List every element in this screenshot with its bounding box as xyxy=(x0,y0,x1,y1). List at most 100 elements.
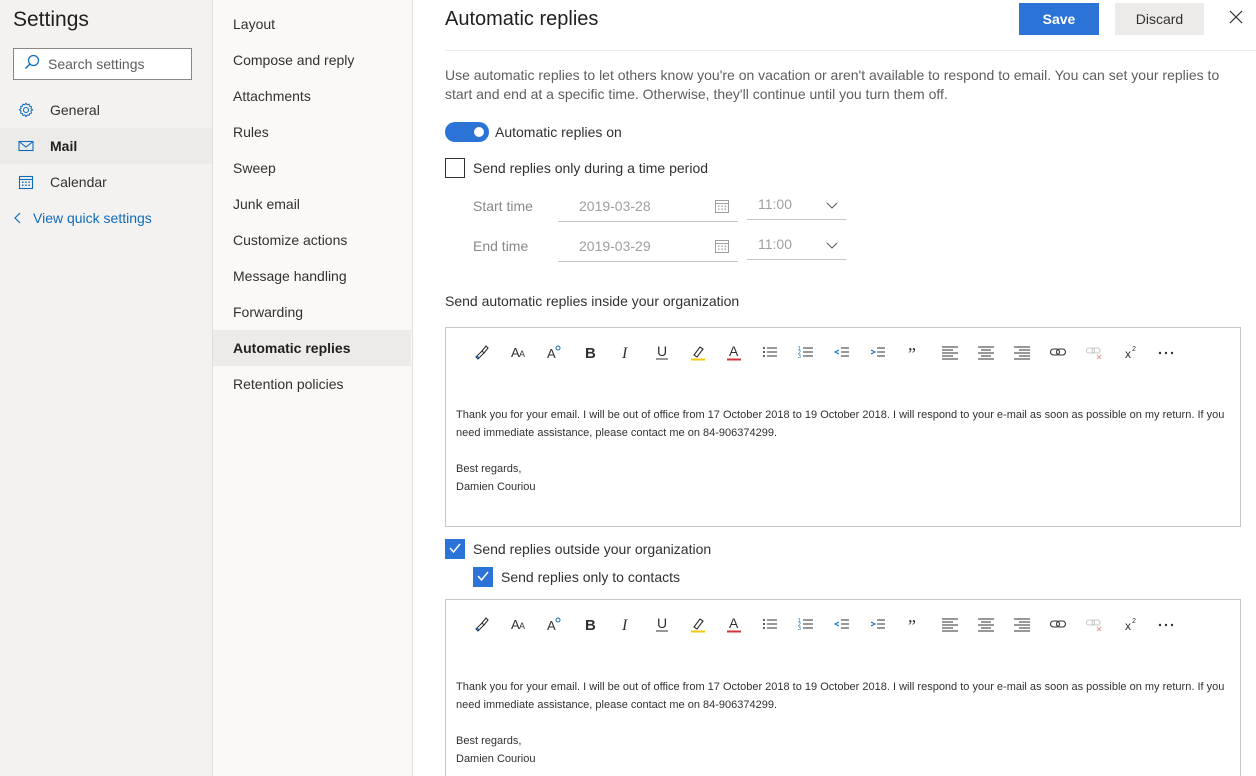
font-color-icon[interactable]: A xyxy=(716,614,752,634)
quote-icon[interactable]: ” xyxy=(896,342,932,362)
mail-nav-rules[interactable]: Rules xyxy=(213,114,411,150)
contacts-only-checkbox[interactable] xyxy=(473,567,493,587)
svg-text:3: 3 xyxy=(798,354,801,360)
quote-icon[interactable]: ” xyxy=(896,614,932,634)
end-time-select[interactable]: 11:00 xyxy=(747,228,846,260)
svg-text:A: A xyxy=(519,621,525,631)
mail-nav-customize-actions[interactable]: Customize actions xyxy=(213,222,411,258)
mail-nav-sweep[interactable]: Sweep xyxy=(213,150,411,186)
inside-org-editor[interactable]: AA A B I U A 123 ” x2 Thank you for your… xyxy=(445,327,1241,527)
save-button[interactable]: Save xyxy=(1019,3,1099,35)
chevron-left-icon xyxy=(13,212,23,224)
calendar-icon xyxy=(18,174,34,190)
numbering-icon[interactable]: 123 xyxy=(788,342,824,362)
inside-message-body[interactable]: Thank you for your email. I will be out … xyxy=(456,406,1236,496)
decrease-indent-icon[interactable] xyxy=(824,342,860,362)
checkmark-icon xyxy=(476,569,490,586)
mail-nav-message-handling[interactable]: Message handling xyxy=(213,258,411,294)
search-input[interactable] xyxy=(48,56,188,72)
format-painter-icon[interactable] xyxy=(464,614,500,634)
format-painter-icon[interactable] xyxy=(464,342,500,362)
bold-icon[interactable]: B xyxy=(572,614,608,634)
time-period-label: Send replies only during a time period xyxy=(473,160,709,176)
mail-settings-pane: Layout Compose and reply Attachments Rul… xyxy=(213,0,413,776)
underline-icon[interactable]: U xyxy=(644,614,680,634)
align-left-icon[interactable] xyxy=(932,614,968,634)
mail-nav-layout[interactable]: Layout xyxy=(213,6,411,42)
start-time-select[interactable]: 11:00 xyxy=(747,188,846,220)
view-quick-settings-link[interactable]: View quick settings xyxy=(13,210,152,226)
remove-link-icon[interactable] xyxy=(1076,614,1112,634)
bold-icon[interactable]: B xyxy=(572,342,608,362)
nav-calendar[interactable]: Calendar xyxy=(0,164,212,200)
bullets-icon[interactable] xyxy=(752,614,788,634)
outside-org-checkbox[interactable] xyxy=(445,539,465,559)
highlight-icon[interactable] xyxy=(680,342,716,362)
contacts-only-row: Send replies only to contacts xyxy=(473,567,680,587)
outside-org-editor[interactable]: AA A B I U A 123 ” x2 Thank you for your… xyxy=(445,599,1241,776)
svg-text:A: A xyxy=(519,349,525,359)
align-left-icon[interactable] xyxy=(932,342,968,362)
remove-link-icon[interactable] xyxy=(1076,342,1112,362)
nav-mail[interactable]: Mail xyxy=(0,128,212,164)
link-icon[interactable] xyxy=(1040,614,1076,634)
message-regards: Best regards, xyxy=(456,735,522,747)
align-center-icon[interactable] xyxy=(968,342,1004,362)
end-date-field[interactable]: 2019-03-29 xyxy=(558,230,738,262)
mail-nav-attachments[interactable]: Attachments xyxy=(213,78,411,114)
message-signature: Damien Couriou xyxy=(456,753,536,765)
time-period-checkbox[interactable] xyxy=(445,158,465,178)
message-line: Thank you for your email. I will be out … xyxy=(456,681,1225,711)
align-right-icon[interactable] xyxy=(1004,342,1040,362)
italic-icon[interactable]: I xyxy=(608,342,644,362)
svg-text:A: A xyxy=(547,346,556,361)
settings-pane: Settings General Mail Calendar View quic… xyxy=(0,0,213,776)
search-settings-box[interactable] xyxy=(13,48,192,80)
svg-text:B: B xyxy=(585,345,596,361)
decrease-indent-icon[interactable] xyxy=(824,614,860,634)
numbering-icon[interactable]: 123 xyxy=(788,614,824,634)
align-center-icon[interactable] xyxy=(968,614,1004,634)
close-button[interactable] xyxy=(1226,9,1246,29)
start-time-label: Start time xyxy=(473,198,533,214)
svg-text:U: U xyxy=(657,615,667,631)
svg-text:I: I xyxy=(621,617,628,633)
text-effects-icon[interactable]: A xyxy=(536,614,572,634)
text-effects-icon[interactable]: A xyxy=(536,342,572,362)
automatic-replies-toggle[interactable] xyxy=(445,122,489,142)
more-options-icon[interactable] xyxy=(1148,342,1184,362)
description-text: Use automatic replies to let others know… xyxy=(445,67,1220,102)
mail-nav-forwarding[interactable]: Forwarding xyxy=(213,294,411,330)
nav-general[interactable]: General xyxy=(0,92,212,128)
increase-indent-icon[interactable] xyxy=(860,342,896,362)
link-icon[interactable] xyxy=(1040,342,1076,362)
mail-nav-label: Junk email xyxy=(233,196,300,212)
gear-icon xyxy=(18,102,34,118)
mail-nav-label: Retention policies xyxy=(233,376,344,392)
more-options-icon[interactable] xyxy=(1148,614,1184,634)
message-line: Thank you for your email. I will be out … xyxy=(456,409,1225,439)
bullets-icon[interactable] xyxy=(752,342,788,362)
increase-indent-icon[interactable] xyxy=(860,614,896,634)
font-color-icon[interactable]: A xyxy=(716,342,752,362)
font-size-icon[interactable]: AA xyxy=(500,342,536,362)
mail-nav-automatic-replies[interactable]: Automatic replies xyxy=(213,330,411,366)
mail-nav-junk-email[interactable]: Junk email xyxy=(213,186,411,222)
mail-nav-retention-policies[interactable]: Retention policies xyxy=(213,366,411,402)
mail-nav-compose-and-reply[interactable]: Compose and reply xyxy=(213,42,411,78)
end-time-label: End time xyxy=(473,238,529,254)
align-right-icon[interactable] xyxy=(1004,614,1040,634)
search-icon xyxy=(24,54,40,75)
font-size-icon[interactable]: AA xyxy=(500,614,536,634)
highlight-icon[interactable] xyxy=(680,614,716,634)
discard-button[interactable]: Discard xyxy=(1115,3,1204,35)
superscript-icon[interactable]: x2 xyxy=(1112,614,1148,634)
mail-nav-label: Automatic replies xyxy=(233,340,351,356)
italic-icon[interactable]: I xyxy=(608,614,644,634)
mail-nav-label: Layout xyxy=(233,16,276,32)
toggle-knob xyxy=(474,127,484,137)
start-date-field[interactable]: 2019-03-28 xyxy=(558,190,738,222)
underline-icon[interactable]: U xyxy=(644,342,680,362)
superscript-icon[interactable]: x2 xyxy=(1112,342,1148,362)
outside-message-body[interactable]: Thank you for your email. I will be out … xyxy=(456,678,1236,768)
